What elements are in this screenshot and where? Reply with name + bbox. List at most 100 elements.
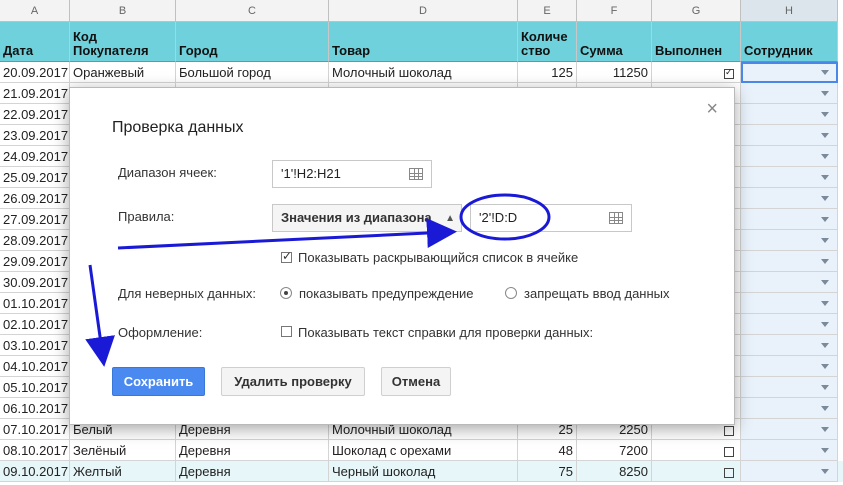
cell-date[interactable]: 08.10.2017: [0, 440, 70, 461]
col-header-f[interactable]: F: [577, 0, 652, 22]
col-header-a[interactable]: A: [0, 0, 70, 22]
dropdown-arrow-icon[interactable]: [821, 427, 829, 432]
dropdown-arrow-icon[interactable]: [821, 301, 829, 306]
cell-product[interactable]: Шоколад с орехами: [329, 440, 518, 461]
close-icon[interactable]: ×: [706, 98, 718, 121]
cell-date[interactable]: 22.09.2017: [0, 104, 70, 125]
done-checkbox[interactable]: [724, 66, 734, 79]
dropdown-arrow-icon[interactable]: [821, 217, 829, 222]
cell-date[interactable]: 07.10.2017: [0, 419, 70, 440]
col-header-g[interactable]: G: [652, 0, 741, 22]
cell-date[interactable]: 28.09.2017: [0, 230, 70, 251]
done-checkbox[interactable]: [724, 425, 734, 436]
cell-date[interactable]: 04.10.2017: [0, 356, 70, 377]
dropdown-arrow-icon[interactable]: [821, 133, 829, 138]
cell-emp[interactable]: [741, 272, 838, 293]
cell-date[interactable]: 20.09.2017: [0, 62, 70, 83]
cell-emp[interactable]: [741, 377, 838, 398]
cell-emp[interactable]: [741, 146, 838, 167]
cell-emp[interactable]: [741, 293, 838, 314]
dropdown-arrow-icon[interactable]: [821, 322, 829, 327]
cell-emp[interactable]: [741, 83, 838, 104]
header-done[interactable]: Выполнен: [652, 22, 741, 62]
cell-date[interactable]: 27.09.2017: [0, 209, 70, 230]
dropdown-arrow-icon[interactable]: [821, 112, 829, 117]
col-header-e[interactable]: E: [518, 0, 577, 22]
cell-city[interactable]: Деревня: [176, 440, 329, 461]
cell-city[interactable]: Большой город: [176, 62, 329, 83]
cell-emp[interactable]: [741, 419, 838, 440]
cell-city[interactable]: Деревня: [176, 461, 329, 482]
cell-emp[interactable]: [741, 209, 838, 230]
cell-emp[interactable]: [741, 251, 838, 272]
cell-emp[interactable]: [741, 461, 838, 482]
cell-emp[interactable]: [741, 440, 838, 461]
rules-type-select[interactable]: Значения из диапазона ▲: [272, 204, 462, 232]
cell-sum[interactable]: 11250: [577, 62, 652, 83]
header-sum[interactable]: Сумма: [577, 22, 652, 62]
cell-qty[interactable]: 75: [518, 461, 577, 482]
cell-qty[interactable]: 125: [518, 62, 577, 83]
cell-date[interactable]: 03.10.2017: [0, 335, 70, 356]
done-checkbox[interactable]: [724, 446, 734, 457]
cell-date[interactable]: 29.09.2017: [0, 251, 70, 272]
dropdown-arrow-icon[interactable]: [821, 343, 829, 348]
cell-emp[interactable]: [741, 125, 838, 146]
col-header-h[interactable]: H: [741, 0, 838, 22]
cell-done[interactable]: [652, 461, 741, 482]
done-checkbox[interactable]: [724, 467, 734, 478]
cell-sum[interactable]: 8250: [577, 461, 652, 482]
reject-radio[interactable]: [505, 287, 517, 299]
cell-date[interactable]: 02.10.2017: [0, 314, 70, 335]
cell-qty[interactable]: 48: [518, 440, 577, 461]
header-date[interactable]: Дата: [0, 22, 70, 62]
dropdown-arrow-icon[interactable]: [821, 406, 829, 411]
dropdown-arrow-icon[interactable]: [821, 469, 829, 474]
cell-code[interactable]: Оранжевый: [70, 62, 176, 83]
cell-sum[interactable]: 7200: [577, 440, 652, 461]
show-dropdown-checkbox[interactable]: [281, 249, 292, 263]
range-input[interactable]: '1'!H2:H21: [272, 160, 432, 188]
dropdown-arrow-icon[interactable]: [821, 196, 829, 201]
dropdown-arrow-icon[interactable]: [821, 259, 829, 264]
cell-emp[interactable]: [741, 104, 838, 125]
header-product[interactable]: Товар: [329, 22, 518, 62]
warn-radio[interactable]: [280, 287, 292, 299]
cancel-button[interactable]: Отмена: [381, 367, 451, 396]
cell-date[interactable]: 26.09.2017: [0, 188, 70, 209]
grid-select-icon[interactable]: [409, 168, 423, 180]
save-button[interactable]: Сохранить: [112, 367, 205, 396]
cell-done[interactable]: [652, 62, 741, 83]
cell-product[interactable]: Молочный шоколад: [329, 62, 518, 83]
cell-emp[interactable]: [741, 230, 838, 251]
help-text-checkbox[interactable]: [281, 326, 292, 337]
remove-validation-button[interactable]: Удалить проверку: [221, 367, 365, 396]
col-header-c[interactable]: C: [176, 0, 329, 22]
cell-emp[interactable]: [741, 314, 838, 335]
cell-emp[interactable]: [741, 167, 838, 188]
rules-range-input[interactable]: '2'!D:D: [470, 204, 632, 232]
cell-date[interactable]: 24.09.2017: [0, 146, 70, 167]
cell-product[interactable]: Черный шоколад: [329, 461, 518, 482]
cell-date[interactable]: 05.10.2017: [0, 377, 70, 398]
dropdown-arrow-icon[interactable]: [821, 175, 829, 180]
active-cell-h2[interactable]: [741, 62, 838, 83]
cell-date[interactable]: 09.10.2017: [0, 461, 70, 482]
dropdown-arrow-icon[interactable]: [821, 385, 829, 390]
cell-emp[interactable]: [741, 398, 838, 419]
cell-emp[interactable]: [741, 188, 838, 209]
cell-code[interactable]: Желтый: [70, 461, 176, 482]
cell-date[interactable]: 21.09.2017: [0, 83, 70, 104]
col-header-b[interactable]: B: [70, 0, 176, 22]
header-city[interactable]: Город: [176, 22, 329, 62]
dropdown-arrow-icon[interactable]: [821, 448, 829, 453]
cell-done[interactable]: [652, 440, 741, 461]
dropdown-arrow-icon[interactable]: [821, 154, 829, 159]
cell-date[interactable]: 06.10.2017: [0, 398, 70, 419]
col-header-d[interactable]: D: [329, 0, 518, 22]
cell-emp[interactable]: [741, 335, 838, 356]
dropdown-arrow-icon[interactable]: [821, 280, 829, 285]
header-employee[interactable]: Сотрудник: [741, 22, 838, 62]
dropdown-arrow-icon[interactable]: [821, 364, 829, 369]
cell-date[interactable]: 25.09.2017: [0, 167, 70, 188]
